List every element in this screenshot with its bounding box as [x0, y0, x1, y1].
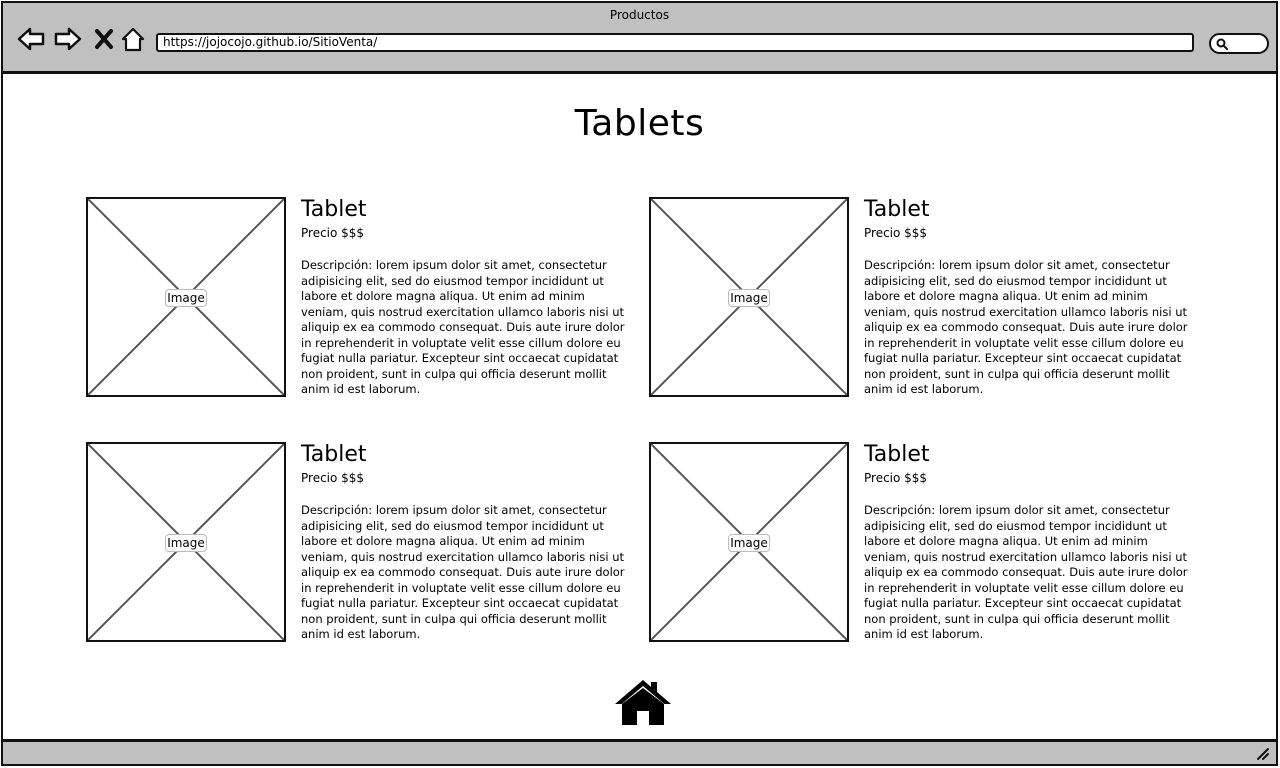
image-label: Image: [165, 289, 207, 307]
browser-toolbar: Productos https://jojocojo.github.io/Sit…: [3, 3, 1276, 74]
product-price: Precio $$$: [864, 226, 928, 240]
product-description: Descripción: lorem ipsum dolor sit amet,…: [864, 258, 1188, 396]
image-label: Image: [728, 289, 770, 307]
image-label: Image: [165, 534, 207, 552]
back-button[interactable]: [17, 25, 45, 53]
product-name: Tablet: [864, 442, 930, 467]
window-title: Productos: [609, 8, 670, 22]
product-price: Precio $$$: [864, 471, 928, 485]
product-name: Tablet: [301, 442, 367, 467]
home-icon: [121, 27, 145, 52]
search-input[interactable]: [1209, 33, 1269, 54]
home-link[interactable]: [614, 678, 672, 726]
product-card: Image Tablet Precio $$$ Descripción: lor…: [649, 442, 1209, 642]
image-placeholder: Image: [649, 197, 849, 397]
product-card: Image Tablet Precio $$$ Descripción: lor…: [86, 442, 646, 642]
close-icon: [95, 29, 113, 49]
image-label: Image: [728, 534, 770, 552]
search-icon: [1216, 38, 1228, 50]
page-title: Tablets: [574, 103, 705, 144]
product-description: Descripción: lorem ipsum dolor sit amet,…: [864, 503, 1188, 641]
status-bar: [3, 739, 1276, 764]
arrow-left-icon: [17, 27, 45, 51]
image-placeholder: Image: [649, 442, 849, 642]
forward-button[interactable]: [54, 25, 82, 53]
product-price: Precio $$$: [301, 226, 365, 240]
product-description: Descripción: lorem ipsum dolor sit amet,…: [301, 503, 625, 641]
stop-button[interactable]: [90, 25, 118, 53]
arrow-right-icon: [54, 27, 82, 51]
resize-grip-icon[interactable]: [1256, 747, 1270, 761]
home-button[interactable]: [119, 25, 147, 53]
browser-window: Productos https://jojocojo.github.io/Sit…: [1, 1, 1278, 766]
home-icon: [615, 680, 671, 725]
product-price: Precio $$$: [301, 471, 365, 485]
image-placeholder: Image: [86, 442, 286, 642]
product-card: Image Tablet Precio $$$ Descripción: lor…: [649, 197, 1209, 397]
product-description: Descripción: lorem ipsum dolor sit amet,…: [301, 258, 625, 396]
product-name: Tablet: [301, 197, 367, 222]
image-placeholder: Image: [86, 197, 286, 397]
url-input[interactable]: https://jojocojo.github.io/SitioVenta/: [156, 33, 1194, 52]
product-card: Image Tablet Precio $$$ Descripción: lor…: [86, 197, 646, 397]
product-name: Tablet: [864, 197, 930, 222]
